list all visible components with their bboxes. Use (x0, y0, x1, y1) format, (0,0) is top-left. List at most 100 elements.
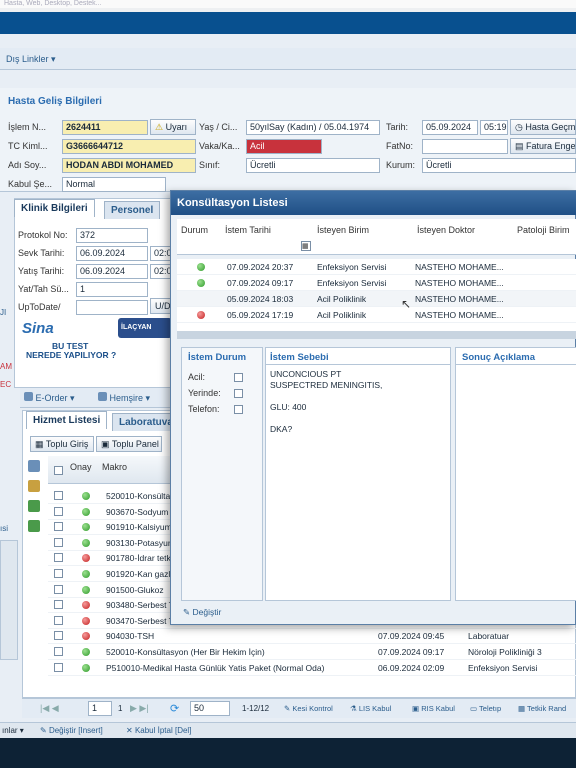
row-checkbox[interactable] (54, 569, 63, 580)
tarih-label: Tarih: (386, 122, 409, 132)
row-tools-column (26, 460, 46, 550)
ris-kabul-button[interactable]: ▣ RIS Kabul (412, 704, 455, 713)
yas-field[interactable]: 50yılSay (Kadın) / 05.04.1974 (246, 120, 380, 135)
tool-icon[interactable] (28, 460, 40, 472)
hasta-gecmis-button[interactable]: ◷ Hasta Geçm (510, 119, 576, 135)
row-checkbox[interactable] (54, 662, 63, 674)
patient-section-title: Hasta Geliş Bilgileri (8, 96, 102, 107)
add-icon[interactable] (28, 500, 40, 512)
dis-linkler-menu[interactable]: Dış Linkler ▾ (6, 54, 56, 65)
page-input[interactable]: 1 (88, 701, 112, 716)
sonuc-text[interactable] (456, 364, 576, 600)
yerinde-label: Yerinde: (188, 388, 221, 398)
uptodate-field[interactable] (76, 300, 148, 315)
saat-field[interactable]: 05:19 (480, 120, 508, 135)
adi-field[interactable]: HODAN ABDI MOHAMED (62, 158, 196, 173)
hemsire-menu[interactable]: Hemşire ▾ (98, 392, 150, 404)
protokol-field[interactable]: 372 (76, 228, 148, 243)
col-patoloji-birim[interactable]: Patoloji Birim (517, 225, 570, 235)
toplu-giris-button[interactable]: ▦ Toplu Giriş (30, 436, 94, 452)
folder-icon[interactable] (28, 480, 40, 492)
col-makro[interactable]: Makro (102, 462, 127, 472)
kabul-field[interactable]: Normal (62, 177, 166, 192)
consult-hscroll[interactable] (177, 331, 576, 339)
page-size-select[interactable]: 50 (190, 701, 230, 716)
filter-calendar-icon[interactable]: ▦ (301, 241, 311, 251)
row-checkbox[interactable] (54, 491, 63, 502)
tc-field[interactable]: G3666644712 (62, 139, 196, 154)
dialog-degistir-button[interactable]: ✎ Değiştir (183, 607, 221, 618)
table-row[interactable]: P510010-Medikal Hasta Günlük Yatis Paket… (48, 660, 576, 676)
vaka-field[interactable]: Acil (246, 139, 322, 154)
col-istem-tarihi[interactable]: İstem Tarihi (225, 225, 271, 235)
teletip-button[interactable]: ▭ Teletıp (470, 704, 501, 713)
islem-no-field[interactable]: 2624411 (62, 120, 148, 135)
fatura-button[interactable]: ▤ Fatura Enge (510, 138, 576, 154)
bottom-left-menu[interactable]: ınlar ▾ (2, 726, 24, 735)
lis-kabul-button[interactable]: ⚗ LIS Kabul (350, 704, 391, 713)
table-row[interactable]: 520010-Konsültasyon (Her Bir Hekim İçin)… (48, 644, 576, 660)
yatis-label: Yatış Tarihi: (18, 266, 65, 276)
consult-row[interactable]: 05.09.2024 17:19 Acil Poliklinik NASTEHO M… (177, 307, 576, 323)
consult-row[interactable]: 07.09.2024 09:17 Enfeksiyon Servisi NASTEH… (177, 275, 576, 291)
yattah-label: Yat/Tah Sü... (18, 284, 69, 294)
consult-row[interactable]: 07.09.2024 20:37 Enfeksiyon Servisi NASTEH… (177, 259, 576, 275)
yattah-field[interactable]: 1 (76, 282, 148, 297)
left-side-toolbar[interactable] (0, 540, 18, 660)
tetkik-rand-button[interactable]: ▦ Tetkik Rand (518, 704, 566, 713)
yatis-time-field[interactable]: 02:0 (150, 264, 172, 279)
row-checkbox[interactable] (54, 631, 63, 642)
sevk-date-field[interactable]: 06.09.2024 (76, 246, 148, 261)
row-code: 901920-Kan gazlar (106, 569, 178, 579)
sonuc-title: Sonuç Açıklama (462, 352, 536, 363)
first-page-icon[interactable]: |◀ ◀ (40, 703, 59, 714)
yatis-date-field[interactable]: 06.09.2024 (76, 264, 148, 279)
fatno-field[interactable] (422, 139, 508, 154)
row-checkbox[interactable] (54, 647, 63, 658)
table-row[interactable]: 904030-TSH 07.09.2024 09:45 Laboratuar (48, 628, 576, 645)
tarih-field[interactable]: 05.09.2024 (422, 120, 478, 135)
yerinde-checkbox[interactable] (234, 389, 243, 398)
row-checkbox[interactable] (54, 553, 63, 564)
tab-personel[interactable]: Personel (104, 201, 161, 219)
status-green-icon (82, 570, 90, 578)
row-checkbox[interactable] (54, 584, 63, 596)
row-checkbox[interactable] (54, 537, 63, 549)
uyari-button[interactable]: ⚠ Uyarı (150, 119, 196, 135)
sevk-time-field[interactable]: 02:0 (150, 246, 172, 261)
kesi-kontrol-button[interactable]: ✎ Kesi Kontrol (284, 704, 333, 713)
ilacyan-logo[interactable]: İLAÇYAN (118, 318, 172, 338)
row-dept: Nöroloji Polikliniği 3 (468, 647, 542, 657)
istem-sebebi-text[interactable]: UNCONCIOUS PT SUSPECTRED MENINGITIS, GLU… (266, 364, 450, 600)
next-page-icon[interactable]: ▶ ▶| (130, 703, 149, 714)
col-isteyen-doktor[interactable]: İsteyen Doktor (417, 225, 475, 235)
row-checkbox[interactable] (54, 506, 63, 518)
tab-klinik-bilgileri[interactable]: Klinik Bilgileri (14, 199, 95, 217)
col-isteyen-birim[interactable]: İsteyen Birim (317, 225, 369, 235)
eorder-menu[interactable]: E-Order ▾ (24, 392, 75, 404)
nerede-yapiliyor-link[interactable]: NEREDE YAPILIYOR ? (26, 350, 116, 360)
refresh-icon[interactable]: ⟳ (170, 702, 179, 715)
kabul-iptal-button[interactable]: ✕ Kabul İptal [Del] (126, 726, 191, 735)
kurum-field[interactable]: Ücretli (422, 158, 576, 173)
col-onay[interactable]: Onay (70, 462, 92, 472)
dialog-degistir-label: Değiştir (192, 607, 222, 617)
kabul-label: Kabul Şe... (8, 179, 53, 189)
consult-row[interactable]: 05.09.2024 18:03 Acil Poliklinik NASTEHO M… (177, 291, 576, 307)
row-checkbox[interactable] (54, 522, 63, 533)
row-checkbox[interactable] (54, 600, 63, 611)
degistir-insert-button[interactable]: ✎ Değiştir [Insert] (40, 726, 103, 735)
sina-logo[interactable]: Sina (22, 320, 54, 337)
col-durum[interactable]: Durum (181, 225, 208, 235)
tab-hizmet-listesi[interactable]: Hizmet Listesi (26, 411, 108, 429)
acil-checkbox[interactable] (234, 373, 243, 382)
list-icon[interactable] (28, 520, 40, 532)
dialog-title[interactable]: Konsültasyon Listesi (171, 191, 576, 215)
row-checkbox[interactable] (54, 615, 63, 627)
fatura-label: Fatura Enge (526, 141, 576, 151)
toplu-panel-button[interactable]: ▣ Toplu Panel (96, 436, 162, 452)
select-all-checkbox[interactable] (54, 466, 63, 477)
telefon-checkbox[interactable] (234, 405, 243, 414)
status-green-icon (82, 585, 90, 594)
sinif-field[interactable]: Ücretli (246, 158, 380, 173)
